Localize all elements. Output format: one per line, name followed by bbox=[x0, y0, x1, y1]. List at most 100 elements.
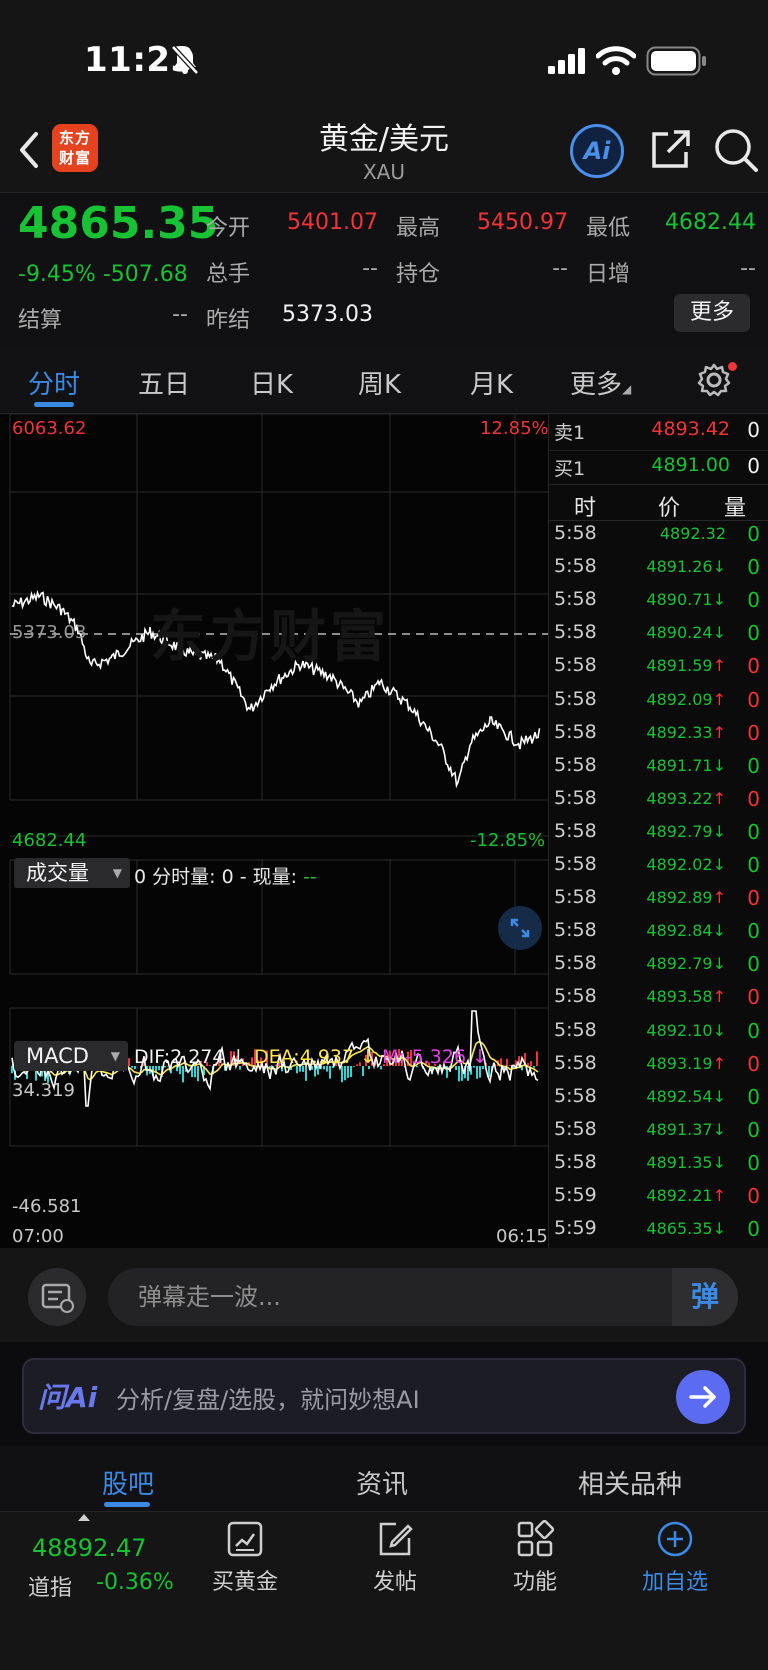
tick-price: 4892.79↓ bbox=[646, 821, 726, 841]
change-amount: -507.68 bbox=[102, 262, 188, 287]
tick-volume: 0 bbox=[747, 720, 760, 745]
dif-readout: DIF:2.274 ↓ bbox=[134, 1046, 247, 1068]
functions-button[interactable]: 功能 bbox=[490, 1520, 580, 1596]
ask-ai-placeholder: 分析/复盘/选股，就问妙想AI bbox=[116, 1386, 420, 1414]
tick-time: 5:58 bbox=[554, 1018, 597, 1041]
tick-price-value: 4892.89 bbox=[646, 888, 713, 908]
settings-gear-icon[interactable] bbox=[696, 362, 732, 398]
volume-indicator-select[interactable]: 成交量 ▼ bbox=[14, 858, 130, 888]
more-button[interactable]: 更多 bbox=[674, 294, 750, 332]
notification-dot bbox=[728, 362, 737, 371]
tab-related[interactable]: 相关品种 bbox=[578, 1464, 682, 1501]
low-label: 最低 bbox=[586, 216, 631, 241]
tick-time: 5:58 bbox=[554, 1051, 597, 1074]
tick-price: 4892.21↑ bbox=[616, 1186, 726, 1205]
divider bbox=[548, 450, 768, 451]
tick-volume: 0 bbox=[747, 555, 760, 580]
macd-indicator-select[interactable]: MACD ▼ bbox=[14, 1041, 128, 1071]
divider bbox=[548, 520, 768, 521]
tick-row: 5:58 4891.35↓ 0 bbox=[548, 1151, 768, 1184]
danmaku-send-button[interactable]: 弹 bbox=[672, 1268, 738, 1326]
tick-row: 5:59 4892.21↑ 0 bbox=[548, 1184, 768, 1217]
ask-label: 卖1 bbox=[554, 422, 586, 444]
tick-time: 5:58 bbox=[554, 555, 597, 578]
tick-price-value: 4892.21 bbox=[646, 1186, 713, 1205]
tab-guba[interactable]: 股吧 bbox=[102, 1464, 154, 1501]
position-value: -- bbox=[552, 256, 568, 281]
macd-bottom-label: -46.581 bbox=[12, 1196, 82, 1217]
tick-row: 5:58 4890.24↓ 0 bbox=[548, 621, 768, 654]
tick-price: 4891.71↓ bbox=[646, 755, 726, 775]
tick-volume: 0 bbox=[747, 588, 760, 613]
bell-muted-icon bbox=[171, 45, 199, 75]
tick-price: 4891.35↓ bbox=[646, 1152, 726, 1172]
eastmoney-logo: 东方 财富 bbox=[52, 124, 98, 172]
expand-button[interactable] bbox=[498, 906, 542, 950]
post-label: 发帖 bbox=[372, 1570, 417, 1595]
ask-ai-submit-button[interactable] bbox=[676, 1370, 730, 1424]
prev-settle-label: 昨结 bbox=[206, 308, 251, 333]
tick-volume: 0 bbox=[747, 1184, 760, 1208]
tab-news[interactable]: 资讯 bbox=[356, 1464, 408, 1501]
macd-m-readout: M:-5.326 ↓ bbox=[382, 1046, 489, 1068]
ref-price-label: 5373.03 bbox=[12, 622, 87, 643]
buy-gold-button[interactable]: 买黄金 bbox=[200, 1520, 290, 1596]
tick-price: 4892.09↑ bbox=[616, 690, 726, 709]
tab-intraday[interactable]: 分时 bbox=[28, 364, 80, 401]
tab-weekly-k[interactable]: 周K bbox=[358, 364, 401, 401]
tick-volume: 0 bbox=[747, 786, 760, 811]
tick-price-value: 4892.09 bbox=[646, 689, 713, 709]
tick-row: 5:58 4892.54↓ 0 bbox=[548, 1085, 768, 1118]
battery-icon bbox=[646, 46, 706, 76]
add-circle-icon bbox=[657, 1521, 693, 1557]
ask-volume: 0 bbox=[747, 418, 760, 442]
tick-price: 4893.58↑ bbox=[616, 987, 726, 1006]
tab-more[interactable]: 更多◢ bbox=[570, 364, 631, 401]
tick-time: 5:58 bbox=[554, 1084, 597, 1107]
tab-five-day[interactable]: 五日 bbox=[138, 364, 190, 401]
tick-time: 5:58 bbox=[554, 654, 597, 677]
macd-selector-label: MACD bbox=[26, 1044, 89, 1068]
tick-price: 4892.54↓ bbox=[646, 1086, 726, 1106]
bid-volume: 0 bbox=[747, 454, 760, 478]
position-label: 持仓 bbox=[396, 262, 441, 287]
tick-volume: 0 bbox=[747, 886, 760, 911]
post-button[interactable]: 发帖 bbox=[350, 1520, 440, 1596]
tick-header: 时 价 量 bbox=[548, 490, 768, 523]
expand-icon bbox=[510, 918, 530, 938]
back-arrow-icon[interactable] bbox=[14, 128, 44, 172]
tick-price-value: 4892.33 bbox=[646, 722, 713, 742]
add-watchlist-button[interactable]: 加自选 bbox=[630, 1520, 720, 1596]
watermark: 东方财富 bbox=[150, 605, 390, 670]
tab-monthly-k[interactable]: 月K bbox=[470, 364, 513, 401]
tick-time: 5:58 bbox=[554, 952, 597, 975]
tick-arrow: ↑ bbox=[712, 888, 726, 908]
tick-row: 5:58 4890.71↓ 0 bbox=[548, 588, 768, 621]
col-price-header: 价 bbox=[658, 496, 681, 521]
tick-volume: 0 bbox=[747, 1150, 760, 1175]
tick-price: 4892.10↓ bbox=[646, 1020, 726, 1040]
index-value[interactable]: 48892.47 bbox=[32, 1534, 147, 1562]
pct-top-label: 12.85% bbox=[480, 418, 549, 439]
search-icon[interactable] bbox=[712, 126, 760, 174]
tick-time: 5:58 bbox=[554, 1117, 597, 1140]
ai-button[interactable]: Ai bbox=[570, 124, 624, 178]
tick-row: 5:58 4891.26↓ 0 bbox=[548, 555, 768, 588]
daily-increase-label: 日增 bbox=[586, 262, 631, 287]
tick-price: 4893.22↑ bbox=[616, 789, 726, 808]
tick-price: 4892.84↓ bbox=[646, 921, 726, 941]
tick-volume: 0 bbox=[747, 919, 760, 944]
danmaku-settings-button[interactable] bbox=[28, 1268, 86, 1326]
tick-time: 5:58 bbox=[554, 588, 597, 611]
caret-up-icon[interactable] bbox=[78, 1514, 90, 1521]
danmaku-input[interactable]: 弹幕走一波... bbox=[108, 1268, 738, 1326]
add-watchlist-label: 加自选 bbox=[641, 1570, 708, 1595]
tick-price: 4891.37↓ bbox=[646, 1119, 726, 1139]
tick-arrow: ↑ bbox=[712, 788, 726, 808]
share-icon[interactable] bbox=[648, 128, 692, 172]
tick-time: 5:58 bbox=[554, 753, 597, 776]
last-price: 4865.35 bbox=[18, 198, 219, 249]
tick-volume: 0 bbox=[747, 985, 760, 1010]
tab-daily-k[interactable]: 日K bbox=[250, 364, 293, 401]
tick-row: 5:58 4892.09↑ 0 bbox=[548, 688, 768, 721]
